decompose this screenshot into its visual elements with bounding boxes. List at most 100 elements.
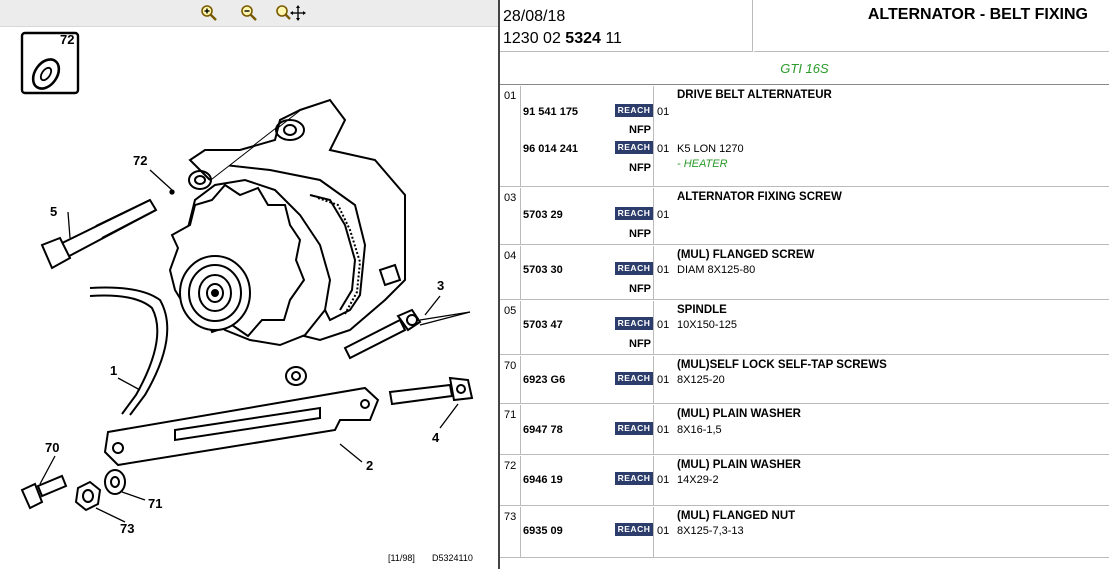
callout-3: 3 <box>437 278 444 293</box>
reach-badge: REACH <box>615 372 653 385</box>
zoom-pan-button[interactable] <box>275 4 307 22</box>
parts-group-04: 04 5703 30 REACH NFP 01 (MUL) FLANGED SC… <box>500 246 1109 300</box>
drive-belt-drawing <box>89 286 169 416</box>
bolt-4-drawing <box>388 376 474 406</box>
group-number: 01 <box>500 86 521 186</box>
group-part-cell: 5703 29 REACH NFP <box>521 188 654 244</box>
group-part-cell: 6947 78 REACH <box>521 405 654 454</box>
part-number-link[interactable]: 96 014 241 <box>523 143 578 155</box>
adjust-bracket-drawing <box>103 386 380 467</box>
nfp-label: NFP <box>629 338 651 350</box>
part-spec: DIAM 8X125-80 <box>677 264 756 276</box>
callout-73: 73 <box>120 521 134 536</box>
part-number-link[interactable]: 91 541 175 <box>523 106 578 118</box>
exploded-parts-diagram: 72 5 72 3 1 4 70 2 71 73 [11/98] D532411… <box>20 31 474 563</box>
part-title: (MUL) FLANGED NUT <box>677 510 796 522</box>
header-ref-bold: 5324 <box>565 30 601 47</box>
part-number-link[interactable]: 5703 30 <box>523 264 563 276</box>
group-description: (MUL)SELF LOCK SELF-TAP SCREWS 8X125-20 <box>654 356 1109 403</box>
parts-group-05: 05 5703 47 REACH NFP 01 SPINDLE 10X150-1… <box>500 301 1109 355</box>
zoom-pan-icon <box>276 5 306 21</box>
group-number: 73 <box>500 507 521 557</box>
callout-70: 70 <box>45 440 59 455</box>
part-title: (MUL) PLAIN WASHER <box>677 408 801 420</box>
part-title: ALTERNATOR FIXING SCREW <box>677 191 842 203</box>
reach-badge: REACH <box>615 523 653 536</box>
parts-group-73: 73 6935 09 REACH 01 (MUL) FLANGED NUT 8X… <box>500 507 1109 558</box>
group-description: DRIVE BELT ALTERNATEUR K5 LON 1270 - HEA… <box>654 86 1109 186</box>
group-description: ALTERNATOR FIXING SCREW <box>654 188 1109 244</box>
part-note: - HEATER <box>677 158 728 170</box>
group-part-cell: 91 541 175 REACH NFP 96 014 241 REACH NF… <box>521 86 654 186</box>
callout-5: 5 <box>50 204 57 219</box>
parts-group-03: 03 5703 29 REACH NFP 01 ALTERNATOR FIXIN… <box>500 188 1109 245</box>
group-number: 05 <box>500 301 521 354</box>
part-number-link[interactable]: 6923 G6 <box>523 374 565 386</box>
parts-group-72: 72 6946 19 REACH 01 (MUL) PLAIN WASHER 1… <box>500 456 1109 506</box>
zoom-in-icon <box>201 5 217 21</box>
part-number-link[interactable]: 5703 47 <box>523 319 563 331</box>
callout-2: 2 <box>366 458 373 473</box>
nfp-label: NFP <box>629 162 651 174</box>
header-date: 28/08/18 <box>503 8 566 25</box>
zoom-in-button[interactable] <box>199 4 219 22</box>
nut-washer-drawing <box>74 469 126 512</box>
diagram-date-stamp: [11/98] <box>388 553 415 563</box>
part-number-link[interactable]: 5703 29 <box>523 209 563 221</box>
group-part-cell: 6923 G6 REACH <box>521 356 654 403</box>
part-spec: 8X16-1,5 <box>677 424 722 436</box>
part-number-link[interactable]: 6935 09 <box>523 525 563 537</box>
part-spec: 10X150-125 <box>677 319 737 331</box>
diagram-pane: 72 5 72 3 1 4 70 2 71 73 [11/98] D532411… <box>0 0 498 569</box>
reach-badge: REACH <box>615 141 653 154</box>
header-reference: 1230 02 5324 11 <box>503 28 752 50</box>
zoom-out-button[interactable] <box>239 4 259 22</box>
callout-71: 71 <box>148 496 162 511</box>
group-number: 04 <box>500 246 521 299</box>
group-description: (MUL) PLAIN WASHER 14X29-2 <box>654 456 1109 505</box>
reach-badge: REACH <box>615 104 653 117</box>
reach-badge: REACH <box>615 207 653 220</box>
reach-badge: REACH <box>615 262 653 275</box>
nfp-label: NFP <box>629 283 651 295</box>
part-spec: 8X125-20 <box>677 374 725 386</box>
part-title: SPINDLE <box>677 304 727 316</box>
group-description: (MUL) FLANGED SCREW DIAM 8X125-80 <box>654 246 1109 299</box>
reach-badge: REACH <box>615 317 653 330</box>
part-title: (MUL)SELF LOCK SELF-TAP SCREWS <box>677 359 887 371</box>
diagram-reference: D5324110 <box>432 553 473 563</box>
group-description: (MUL) PLAIN WASHER 8X16-1,5 <box>654 405 1109 454</box>
parts-group-71: 71 6947 78 REACH 01 (MUL) PLAIN WASHER 8… <box>500 405 1109 455</box>
group-description: (MUL) FLANGED NUT 8X125-7,3-13 <box>654 507 1109 557</box>
nfp-label: NFP <box>629 228 651 240</box>
group-number: 72 <box>500 456 521 505</box>
group-part-cell: 6946 19 REACH <box>521 456 654 505</box>
part-number-link[interactable]: 6946 19 <box>523 474 563 486</box>
reach-badge: REACH <box>615 422 653 435</box>
header-info: 28/08/18 1230 02 5324 11 <box>500 0 753 52</box>
callout-72: 72 <box>133 153 147 168</box>
group-number: 70 <box>500 356 521 403</box>
part-title: (MUL) FLANGED SCREW <box>677 249 815 261</box>
callout-72-inset: 72 <box>60 32 74 47</box>
header-ref-prefix: 1230 02 <box>503 30 561 47</box>
header-ref-suffix: 11 <box>605 30 622 47</box>
part-title: (MUL) PLAIN WASHER <box>677 459 801 471</box>
nfp-label: NFP <box>629 124 651 136</box>
callout-4: 4 <box>432 430 440 445</box>
group-part-cell: 5703 47 REACH NFP <box>521 301 654 354</box>
model-label: GTI 16S <box>500 53 1109 85</box>
part-spec: 14X29-2 <box>677 474 719 486</box>
group-number: 03 <box>500 188 521 244</box>
part-number-link[interactable]: 6947 78 <box>523 424 563 436</box>
parts-group-70: 70 6923 G6 REACH 01 (MUL)SELF LOCK SELF-… <box>500 356 1109 404</box>
group-part-cell: 6935 09 REACH <box>521 507 654 557</box>
group-number: 71 <box>500 405 521 454</box>
callout-1: 1 <box>110 363 117 378</box>
group-part-cell: 5703 30 REACH NFP <box>521 246 654 299</box>
reach-badge: REACH <box>615 472 653 485</box>
zoom-out-icon <box>241 5 257 21</box>
parts-list-pane: 28/08/18 1230 02 5324 11 ALTERNATOR - BE… <box>500 0 1109 569</box>
group-description: SPINDLE 10X150-125 <box>654 301 1109 354</box>
part-title: DRIVE BELT ALTERNATEUR <box>677 89 832 101</box>
